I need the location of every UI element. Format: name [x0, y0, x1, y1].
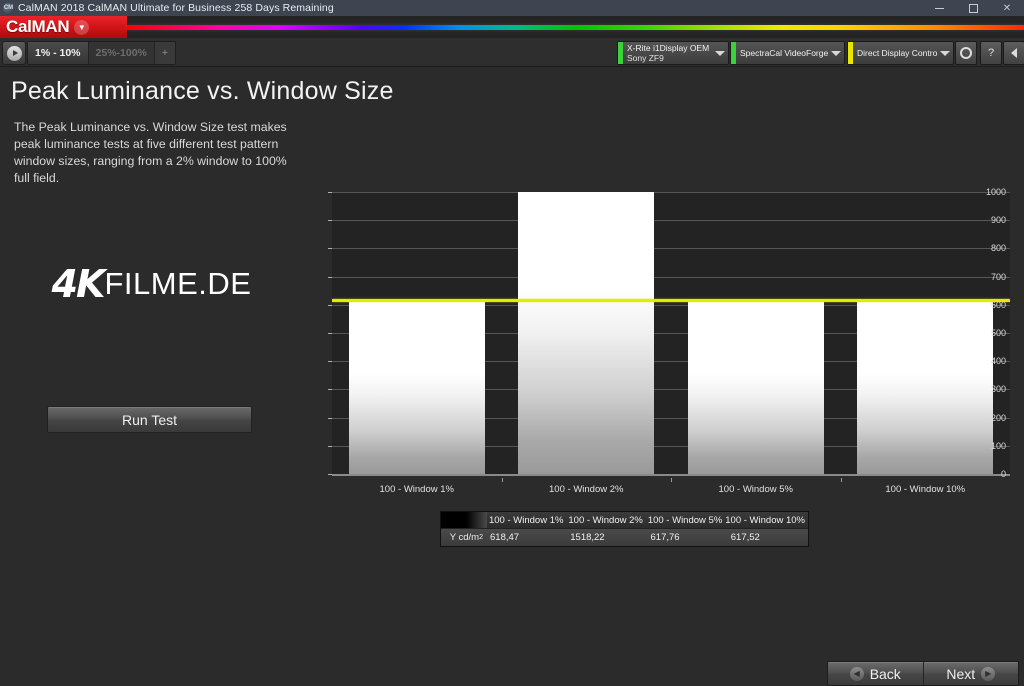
chart-y-tick-label: 800 — [990, 243, 1006, 254]
chart-bar — [348, 299, 485, 474]
watermark-site-text: FILME.DE — [104, 266, 252, 301]
watermark: 4K FILME.DE — [14, 262, 289, 306]
results-table: 100 - Window 1% 100 - Window 2% 100 - Wi… — [440, 511, 809, 547]
row-label-text: Y cd/m — [449, 532, 480, 543]
chart-gridline — [332, 276, 1010, 278]
chevron-left-icon: ◀ — [849, 666, 864, 681]
gradient-swatch — [441, 512, 487, 528]
minimize-button[interactable] — [922, 0, 956, 16]
minimize-icon — [934, 7, 944, 9]
brand-bar: CalMAN ▼ — [0, 16, 1024, 38]
tab-1-10[interactable]: 1% - 10% — [28, 42, 89, 64]
page-body: Peak Luminance vs. Window Size The Peak … — [0, 67, 1024, 686]
table-header-cell: 100 - Window 1% — [488, 514, 564, 526]
row-label-superscript: 2 — [479, 534, 483, 541]
chart-y-tick-label: 300 — [990, 384, 1006, 395]
chart-y-tick-label: 1000 — [985, 187, 1006, 197]
chart-y-tick-label: 0 — [1000, 469, 1006, 479]
chart-y-tick-label: 500 — [990, 328, 1006, 338]
chart-gridline — [332, 248, 1010, 250]
chart-x-tick-label: 100 - Window 2% — [549, 484, 624, 495]
toolbar: 1% - 10% 25%-100% + X-Rite i1Display OEM… — [0, 38, 1024, 67]
table-row: Y cd/m 2 618,47 1518,22 617,76 617,52 — [441, 528, 808, 546]
window-title: CalMAN 2018 CalMAN Ultimate for Business… — [18, 2, 334, 14]
chart-bar — [518, 192, 655, 474]
pattern-source-dropdown[interactable]: SpectraCal VideoForge Pro — [730, 41, 845, 65]
help-button[interactable]: ? — [980, 41, 1002, 65]
chevron-down-icon[interactable] — [712, 42, 728, 64]
settings-button[interactable] — [955, 41, 977, 65]
maximize-icon — [968, 3, 978, 13]
play-icon — [6, 45, 22, 61]
page-description: The Peak Luminance vs. Window Size test … — [14, 120, 287, 185]
chart-bar — [687, 299, 824, 474]
collapse-icon — [1011, 48, 1017, 58]
chart-gridline — [332, 192, 1010, 193]
next-button[interactable]: Next ▶ — [923, 662, 1018, 685]
page-title: Peak Luminance vs. Window Size — [11, 77, 394, 105]
collapse-button[interactable] — [1003, 41, 1024, 65]
chart-x-labels: 100 - Window 1% 100 - Window 2% 100 - Wind… — [332, 478, 1010, 495]
chart-bar — [857, 299, 994, 474]
back-button[interactable]: ◀ Back — [828, 662, 924, 685]
table-cell-value: 1518,22 — [570, 532, 605, 543]
help-icon: ? — [987, 47, 995, 59]
calman-logo[interactable]: CalMAN ▼ — [0, 16, 127, 38]
chart-x-tick-label: 100 - Window 5% — [718, 484, 793, 495]
chevron-right-icon: ▶ — [981, 666, 996, 681]
chart-y-tick-label: 900 — [990, 215, 1006, 226]
table-header-cell: 100 - Window 5% — [647, 514, 723, 526]
wizard-navigation: ◀ Back Next ▶ — [827, 661, 1019, 686]
tab-add[interactable]: + — [155, 42, 175, 64]
chart-y-tick-label: 200 — [990, 412, 1006, 423]
workflow-tabs: 1% - 10% 25%-100% + — [27, 41, 177, 65]
table-row-label: Y cd/m 2 — [441, 529, 487, 546]
chart-x-tick-mark — [501, 478, 503, 482]
table-header-row: 100 - Window 1% 100 - Window 2% 100 - Wi… — [441, 512, 808, 528]
window-titlebar: CM CalMAN 2018 CalMAN Ultimate for Busin… — [0, 0, 1024, 16]
chart-plot-area — [332, 192, 1010, 474]
chart-x-tick-mark — [671, 478, 672, 482]
meter-display: Sony ZF9 — [627, 52, 664, 63]
display-control-name: Direct Display Control — [857, 47, 937, 58]
table-header-cell: 100 - Window 10% — [725, 514, 805, 526]
maximize-button[interactable] — [956, 0, 990, 16]
spectrum-bar — [127, 25, 1024, 30]
chart-x-tick-mark — [840, 478, 842, 482]
back-button-label: Back — [869, 665, 901, 682]
chart-x-tick-label: 100 - Window 1% — [379, 484, 454, 495]
chart-gridline — [332, 220, 1010, 222]
source-name: SpectraCal VideoForge Pro — [740, 47, 828, 58]
window-controls: ✕ — [922, 0, 1024, 16]
watermark-4k-text: 4K — [51, 262, 106, 306]
run-test-button[interactable]: Run Test — [47, 406, 252, 433]
table-header-cell: 100 - Window 2% — [568, 514, 643, 526]
table-cell-value: 617,52 — [730, 532, 760, 543]
meter-dropdown[interactable]: X-Rite i1Display OEM Sony ZF9 — [617, 41, 729, 65]
close-icon: ✕ — [1002, 2, 1012, 14]
display-control-dropdown[interactable]: Direct Display Control — [847, 41, 954, 65]
chart-y-tick-label: 600 — [990, 299, 1006, 310]
calman-logo-text: CalMAN — [6, 17, 70, 36]
chevron-down-icon[interactable] — [937, 42, 953, 64]
close-button[interactable]: ✕ — [990, 0, 1024, 16]
table-cell-value: 617,76 — [650, 532, 680, 543]
chevron-down-icon[interactable]: ▼ — [74, 19, 90, 35]
chart-reference-line — [332, 298, 1010, 302]
run-play-button[interactable] — [2, 41, 26, 65]
chart-y-axis — [310, 192, 334, 475]
chart-x-tick-label: 100 - Window 10% — [885, 484, 966, 495]
gear-icon — [960, 47, 972, 59]
tab-25-100[interactable]: 25%-100% — [88, 42, 155, 64]
next-button-label: Next — [946, 665, 976, 682]
calman-icon: CM — [3, 2, 14, 14]
chart-y-tick-label: 400 — [990, 356, 1006, 367]
chart-x-axis — [332, 474, 1010, 476]
chart-y-tick-label: 100 — [990, 440, 1006, 451]
chart-y-tick-label: 700 — [990, 271, 1006, 282]
table-cell-value: 618,47 — [490, 532, 520, 543]
peak-luminance-chart: 100 - Window 1% 100 - Window 2% 100 - Wind… — [310, 122, 1010, 495]
chevron-down-icon[interactable] — [828, 42, 844, 64]
